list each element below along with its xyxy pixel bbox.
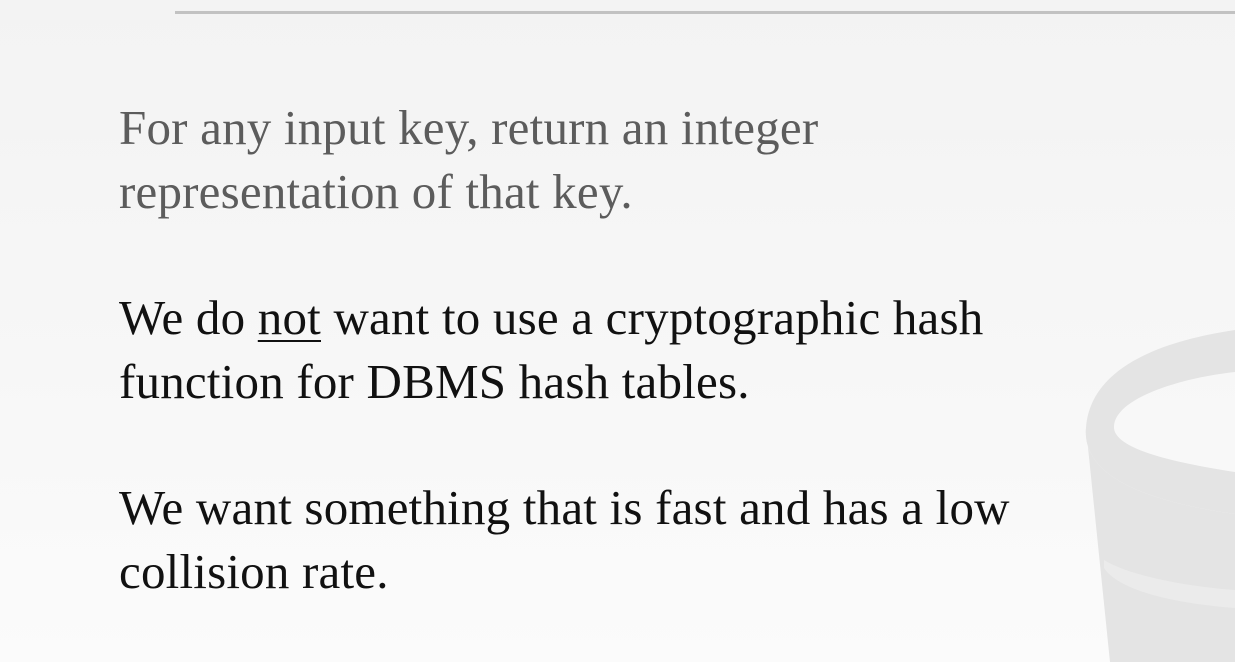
paragraph-integer-representation: For any input key, return an integer rep… (119, 96, 1219, 224)
paragraph-fast-low-collision: We want something that is fast and has a… (119, 476, 1219, 604)
paragraph-no-cryptographic-hash: We do not want to use a cryptographic ha… (119, 286, 1219, 414)
paragraph-2-line-1-end: want to use a cryptographic hash (321, 290, 984, 345)
top-divider-rule (175, 11, 1235, 14)
paragraph-3-line-1: We want something that is fast and has a… (119, 480, 1010, 535)
paragraph-2-line-2: function for DBMS hash tables. (119, 354, 750, 409)
slide-body: For any input key, return an integer rep… (119, 96, 1219, 604)
emphasis-not: not (257, 290, 321, 345)
paragraph-2-line-1-start: We do (119, 290, 258, 345)
paragraph-3-line-2: collision rate. (119, 544, 389, 599)
paragraph-1-line-1: For any input key, return an integer (119, 100, 819, 155)
paragraph-1-line-2: representation of that key. (119, 164, 633, 219)
